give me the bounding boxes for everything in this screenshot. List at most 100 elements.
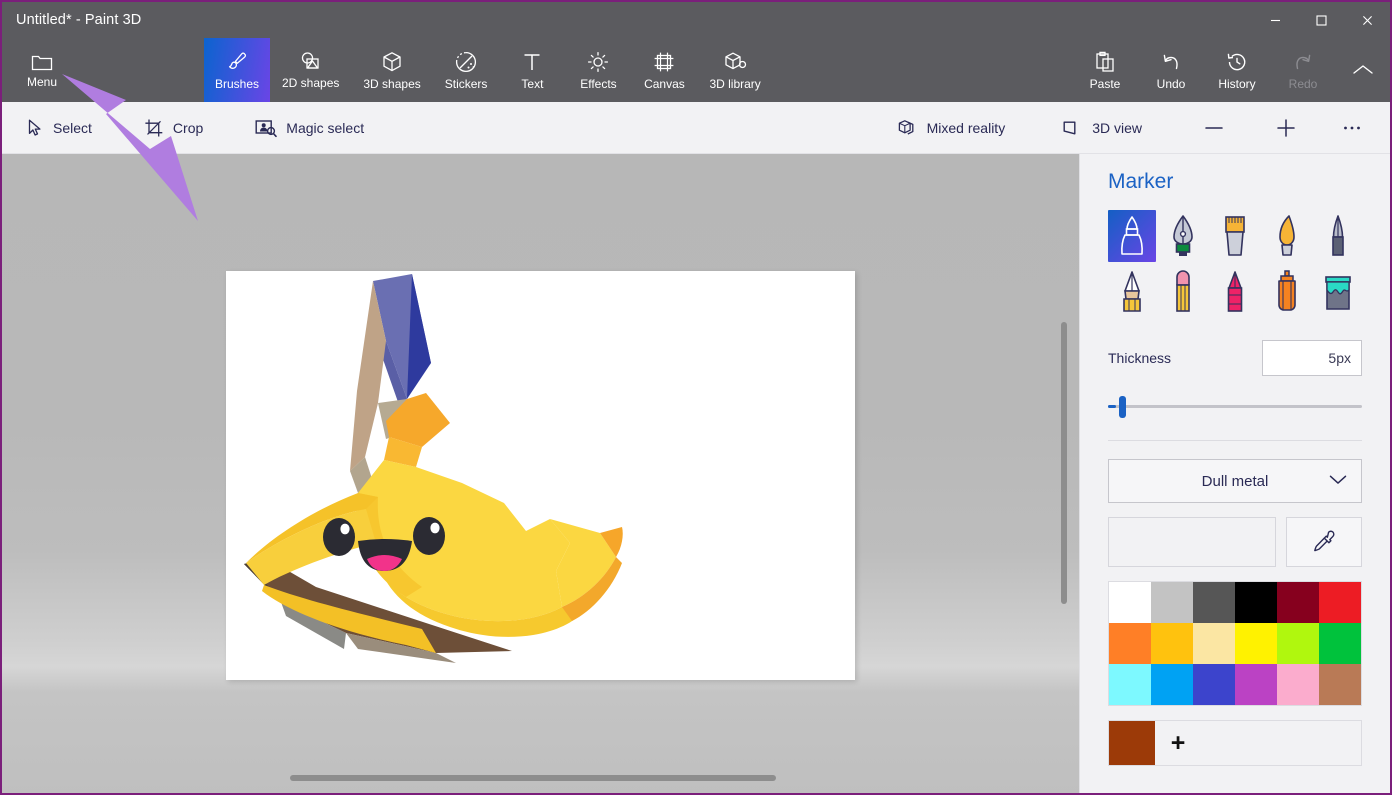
ribbon-tool-3d-library[interactable]: 3D library	[697, 38, 772, 102]
ribbon-tool-text[interactable]: Text	[499, 38, 565, 102]
color-swatch[interactable]	[1319, 664, 1361, 705]
brush-properties-panel: Marker Thickness 5px Dull metal +	[1079, 154, 1390, 793]
menu-button[interactable]: Menu	[2, 38, 82, 102]
material-dropdown[interactable]: Dull metal	[1108, 459, 1362, 503]
color-swatch[interactable]	[1151, 582, 1193, 623]
color-swatch[interactable]	[1193, 582, 1235, 623]
redo-icon	[1296, 54, 1311, 69]
brush-watercolor-brush[interactable]	[1263, 210, 1311, 262]
custom-color-swatch[interactable]	[1109, 721, 1155, 765]
color-swatch[interactable]	[1235, 623, 1277, 664]
maximize-button[interactable]	[1298, 2, 1344, 38]
thickness-slider[interactable]	[1108, 396, 1362, 418]
marker-icon	[1120, 216, 1143, 255]
ribbon-tool-label: Brushes	[214, 76, 260, 91]
ribbon-tool-label: 3D library	[709, 76, 761, 91]
minimize-button[interactable]	[1252, 2, 1298, 38]
crop-icon	[145, 119, 163, 136]
color-swatch[interactable]	[1109, 664, 1151, 705]
eraser-icon	[1176, 270, 1191, 312]
thickness-label: Thickness	[1108, 350, 1172, 366]
crayon-icon	[1227, 271, 1243, 312]
color-swatch[interactable]	[1235, 664, 1277, 705]
mixed-reality-tool[interactable]: Mixed reality	[884, 108, 1018, 148]
color-swatch[interactable]	[1109, 582, 1151, 623]
oil-brush-icon	[1225, 216, 1245, 256]
redo-label: Redo	[1288, 76, 1318, 91]
ribbon-tool-canvas[interactable]: Canvas	[631, 38, 697, 102]
ribbon-tools: Brushes 2D shapes 3D shapes Stickers Tex…	[204, 38, 773, 102]
color-swatch[interactable]	[1319, 623, 1361, 664]
eyedropper-button[interactable]	[1286, 517, 1362, 567]
paint3d-window: Untitled* - Paint 3D Menu Brushes 2D sha…	[0, 0, 1392, 795]
thickness-input[interactable]: 5px	[1262, 340, 1362, 376]
ribbon-tool-brushes[interactable]: Brushes	[204, 38, 270, 102]
brush-oil-brush[interactable]	[1211, 210, 1259, 262]
clipboard-icon	[1096, 51, 1114, 72]
slider-thumb[interactable]	[1118, 396, 1126, 418]
color-swatch[interactable]	[1277, 664, 1319, 705]
select-label: Select	[53, 119, 92, 136]
brush-eraser[interactable]	[1160, 266, 1208, 318]
brush-calligraphy-pen[interactable]	[1160, 210, 1208, 262]
current-color-row	[1108, 517, 1362, 567]
cube-icon	[383, 51, 401, 71]
thickness-row: Thickness 5px	[1108, 340, 1362, 376]
ribbon-tool-effects[interactable]: Effects	[565, 38, 631, 102]
crop-tool[interactable]: Crop	[132, 108, 215, 148]
close-button[interactable]	[1344, 2, 1390, 38]
select-tool[interactable]: Select	[14, 108, 104, 148]
color-swatch[interactable]	[1235, 582, 1277, 623]
vertical-scrollbar[interactable]	[1061, 322, 1067, 604]
zoom-in-button[interactable]	[1264, 108, 1308, 148]
zoom-out-button[interactable]	[1192, 108, 1236, 148]
history-button[interactable]: History	[1204, 38, 1270, 102]
color-swatch[interactable]	[1319, 582, 1361, 623]
paintbrush-icon	[228, 51, 247, 69]
undo-button[interactable]: Undo	[1138, 38, 1204, 102]
brush-pencil[interactable]	[1108, 266, 1156, 318]
more-options-button[interactable]	[1330, 108, 1374, 148]
paste-label: Paste	[1089, 76, 1121, 91]
horizontal-scrollbar[interactable]	[290, 775, 776, 781]
ribbon-tool-2d-shapes[interactable]: 2D shapes	[270, 38, 351, 102]
brush-grid	[1108, 210, 1362, 318]
color-swatch[interactable]	[1193, 664, 1235, 705]
color-swatch[interactable]	[1151, 623, 1193, 664]
ribbon-tool-stickers[interactable]: Stickers	[433, 38, 500, 102]
banana-character-3d-model[interactable]	[226, 271, 855, 680]
drawing-canvas[interactable]	[226, 271, 855, 680]
color-swatch[interactable]	[1277, 582, 1319, 623]
history-icon	[1227, 53, 1246, 70]
history-label: History	[1218, 76, 1256, 91]
ribbon-tool-label: Text	[521, 76, 544, 91]
color-swatch[interactable]	[1277, 623, 1319, 664]
color-swatch[interactable]	[1193, 623, 1235, 664]
sticker-icon	[456, 51, 477, 72]
title-bar: Untitled* - Paint 3D	[2, 2, 1390, 38]
paste-button[interactable]: Paste	[1072, 38, 1138, 102]
view-3d-tool[interactable]: 3D view	[1049, 108, 1154, 148]
color-swatch[interactable]	[1109, 623, 1151, 664]
brush-spray-can[interactable]	[1263, 266, 1311, 318]
collapse-ribbon-button[interactable]	[1336, 38, 1390, 102]
magic-select-icon	[255, 119, 278, 137]
ribbon-actions: Paste Undo History Redo	[1072, 38, 1390, 102]
watercolor-brush-icon	[1278, 215, 1295, 256]
brush-marker[interactable]	[1108, 210, 1156, 262]
brush-crayon[interactable]	[1211, 266, 1259, 318]
current-color-preview[interactable]	[1108, 517, 1276, 567]
slider-track	[1108, 405, 1362, 408]
maximize-icon	[1315, 14, 1327, 26]
brush-pixel-pen[interactable]	[1314, 210, 1362, 262]
canvas-workspace[interactable]	[2, 154, 1079, 793]
menu-label: Menu	[26, 74, 58, 89]
custom-color-row: +	[1108, 720, 1362, 766]
chevron-up-icon	[1353, 65, 1373, 74]
add-color-button[interactable]: +	[1155, 721, 1201, 765]
ribbon-tool-3d-shapes[interactable]: 3D shapes	[351, 38, 432, 102]
magic-select-tool[interactable]: Magic select	[243, 108, 376, 148]
canvas-icon	[655, 52, 674, 71]
color-swatch[interactable]	[1151, 664, 1193, 705]
brush-fill-bucket[interactable]	[1314, 266, 1362, 318]
